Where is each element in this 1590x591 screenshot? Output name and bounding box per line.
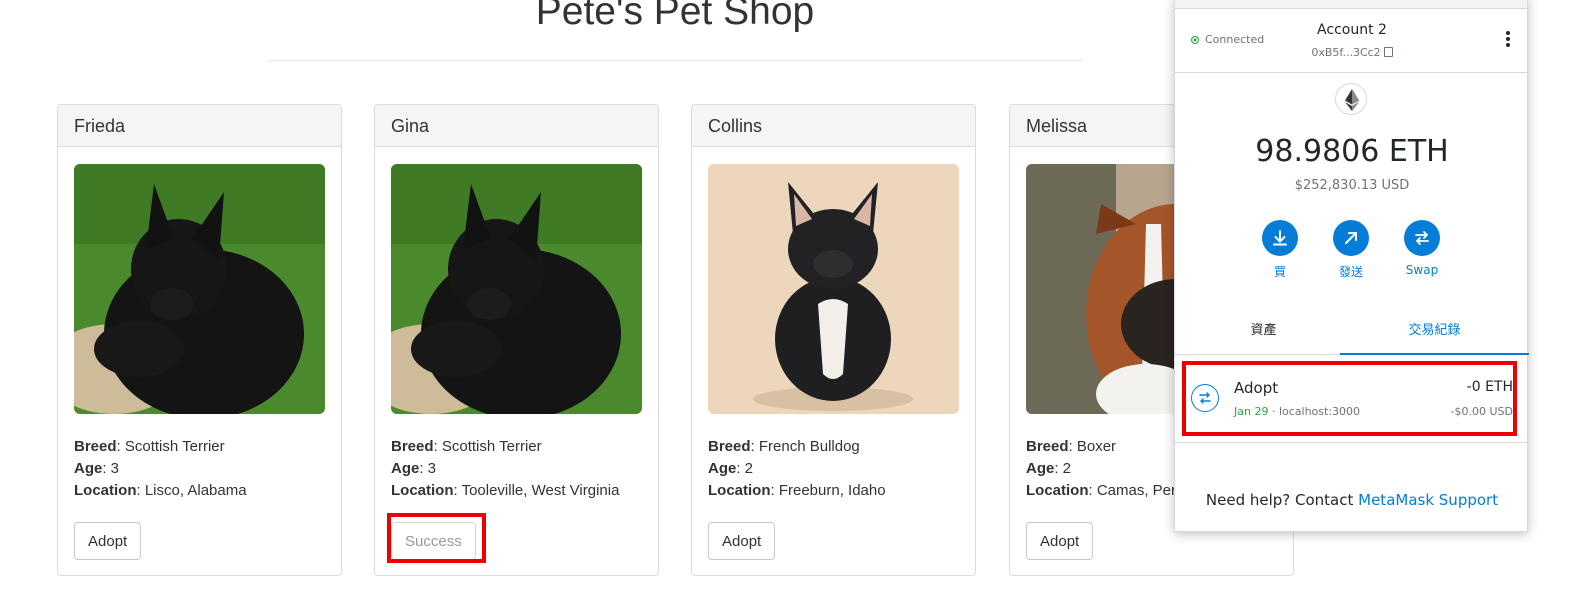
transaction-date: Jan 29 [1234, 405, 1269, 418]
pet-details: Breed: French Bulldog Age: 2 Location: F… [708, 436, 886, 502]
transaction-amount: -0 ETH [1466, 379, 1513, 395]
swap-label: Swap [1405, 263, 1439, 277]
pet-details: Breed: Scottish Terrier Age: 3 Location:… [74, 436, 247, 502]
breed-row: Breed: French Bulldog [708, 438, 860, 455]
buy-button[interactable]: 買 [1250, 220, 1310, 280]
wallet-tabs: 資產 交易紀錄 [1175, 307, 1529, 355]
success-button[interactable]: Success [391, 522, 476, 560]
send-arrow-icon [1333, 220, 1369, 256]
swap-arrows-icon [1404, 220, 1440, 256]
metamask-popup: Connected Account 2 0xB5f...3Cc2 98.9806… [1174, 0, 1529, 532]
fiat-balance: $252,830.13 USD [1294, 178, 1410, 193]
age-row: Age: 3 [74, 460, 120, 477]
transaction-title: Adopt [1234, 379, 1279, 397]
popup-top-strip [1175, 0, 1527, 9]
age-row: Age: 2 [1026, 460, 1072, 477]
pet-card: Gina Breed: Scottish Terrier Age: 3 Loca… [374, 104, 659, 576]
swap-button[interactable]: Swap [1392, 220, 1452, 277]
location-row: Location: Lisco, Alabama [74, 482, 247, 499]
buy-label: 買 [1273, 265, 1286, 279]
adopt-button[interactable]: Adopt [1026, 522, 1094, 560]
account-header: Connected Account 2 0xB5f...3Cc2 [1175, 9, 1527, 73]
adopt-button[interactable]: Adopt [708, 522, 776, 560]
page-title: Pete's Pet Shop [535, 0, 815, 33]
transaction-item[interactable]: Adopt Jan 29 · localhost:3000 -0 ETH -$0… [1175, 359, 1529, 443]
tab-assets[interactable]: 資產 [1175, 307, 1352, 355]
breed-row: Breed: Scottish Terrier [391, 438, 542, 455]
account-address[interactable]: 0xB5f...3Cc2 [1175, 46, 1529, 59]
ethereum-icon [1335, 83, 1367, 115]
adopt-button[interactable]: Adopt [74, 522, 142, 560]
age-row: Age: 2 [708, 460, 754, 477]
title-divider [268, 60, 1082, 61]
scottish-terrier-photo [391, 164, 642, 414]
breed-row: Breed: Boxer [1026, 438, 1117, 455]
eth-balance: 98.9806 ETH [1255, 134, 1449, 169]
send-label: 發送 [1338, 265, 1363, 279]
pet-card: Collins Breed: French Bulldog Age: 2 Loc… [691, 104, 976, 576]
copy-icon [1383, 47, 1393, 57]
download-arrow-icon [1262, 220, 1298, 256]
french-bulldog-photo [708, 164, 959, 414]
metamask-support-link[interactable]: MetaMask Support [1358, 491, 1498, 509]
location-row: Location: Camas, Per [1026, 482, 1177, 499]
send-button[interactable]: 發送 [1321, 220, 1381, 280]
scottish-terrier-photo [74, 164, 325, 414]
pet-details: Breed: Boxer Age: 2 Location: Camas, Per [1026, 436, 1176, 502]
transaction-subtitle: Jan 29 · localhost:3000 [1234, 405, 1360, 418]
pet-name: Gina [375, 105, 658, 147]
transaction-fiat: -$0.00 USD [1450, 405, 1513, 418]
age-row: Age: 3 [391, 460, 437, 477]
account-address-text: 0xB5f...3Cc2 [1311, 46, 1381, 59]
location-row: Location: Freeburn, Idaho [708, 482, 886, 499]
tab-activity[interactable]: 交易紀錄 [1340, 307, 1529, 355]
pet-details: Breed: Scottish Terrier Age: 3 Location:… [391, 436, 619, 502]
transaction-origin: · localhost:3000 [1268, 405, 1361, 418]
help-text: Need help? Contact MetaMask Support [1205, 491, 1499, 509]
kebab-menu-icon[interactable] [1505, 31, 1511, 49]
breed-row: Breed: Scottish Terrier [74, 438, 225, 455]
pet-name: Collins [692, 105, 975, 147]
location-row: Location: Tooleville, West Virginia [391, 482, 620, 499]
swap-arrows-icon [1191, 384, 1219, 412]
pet-card: Frieda Breed: Scottish Terrier Age: 3 Lo… [57, 104, 342, 576]
pet-name: Frieda [58, 105, 341, 147]
account-name[interactable]: Account 2 [1175, 22, 1529, 38]
